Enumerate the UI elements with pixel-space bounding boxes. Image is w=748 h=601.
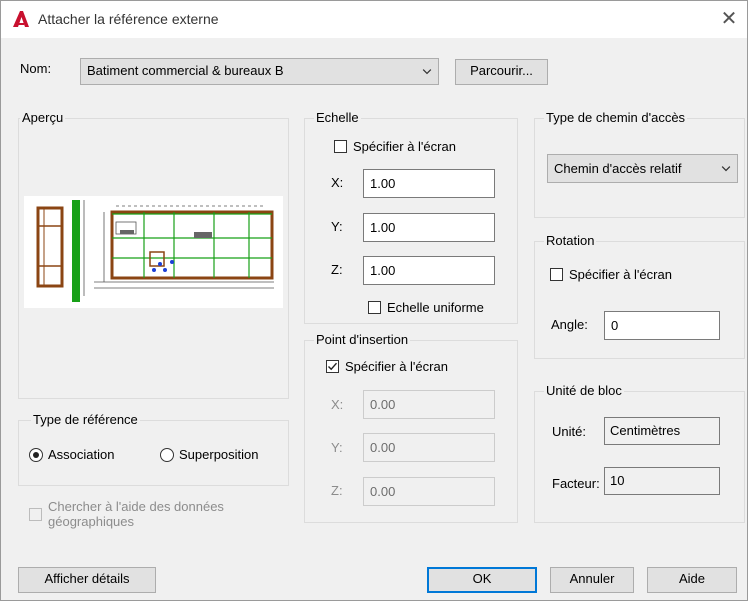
cancel-button[interactable]: Annuler [550,567,634,593]
block-unit-group [534,391,745,523]
unit-value: Centimètres [604,417,720,445]
scale-x-label: X: [331,175,344,190]
chevron-down-icon [422,69,432,75]
insertion-z-input[interactable]: 0.00 [363,477,495,506]
factor-value: 10 [604,467,720,495]
window-title: Attacher la référence externe [38,11,219,27]
attach-xref-dialog: Attacher la référence externe ✕ Nom: Bat… [0,0,748,601]
rotation-specify-label: Spécifier à l'écran [569,267,672,282]
scale-z-label: Z: [331,262,343,277]
overlay-radio[interactable] [160,448,174,462]
ok-button[interactable]: OK [427,567,537,593]
title-bar: Attacher la référence externe ✕ [1,1,747,38]
insertion-specify-checkbox[interactable] [326,360,339,373]
radio-selected-dot [33,452,39,458]
insertion-y-label: Y: [331,440,343,455]
rotation-specify-checkbox[interactable] [550,268,563,281]
rotation-title: Rotation [544,233,597,248]
show-details-button[interactable]: Afficher détails [18,567,156,593]
geo-location-label: Chercher à l'aide des données géographiq… [48,499,224,529]
scale-specify-checkbox[interactable] [334,140,347,153]
preview-title: Aperçu [20,110,66,125]
autocad-logo-icon [13,11,29,27]
insertion-x-label: X: [331,397,344,412]
path-type-value: Chemin d'accès relatif [554,161,682,176]
drawing-preview-image [24,196,283,308]
name-dropdown[interactable]: Batiment commercial & bureaux B [80,58,439,85]
name-label: Nom: [20,61,52,76]
rotation-group [534,241,745,359]
geo-location-label-line2: géographiques [48,514,135,529]
browse-button[interactable]: Parcourir... [455,59,548,85]
insertion-point-title: Point d'insertion [314,332,411,347]
angle-input[interactable]: 0 [604,311,720,340]
scale-y-input[interactable]: 1.00 [363,213,495,242]
association-radio[interactable] [29,448,43,462]
path-type-dropdown[interactable]: Chemin d'accès relatif [547,154,738,183]
scale-title: Echelle [314,110,361,125]
scale-specify-label: Spécifier à l'écran [353,139,456,154]
check-icon [328,362,338,371]
insertion-x-input[interactable]: 0.00 [363,390,495,419]
insertion-y-input[interactable]: 0.00 [363,433,495,462]
factor-label: Facteur: [552,476,600,491]
scale-x-input[interactable]: 1.00 [363,169,495,198]
path-type-title: Type de chemin d'accès [544,110,688,125]
reference-type-title: Type de référence [31,412,140,427]
insertion-z-label: Z: [331,483,343,498]
chevron-down-icon [721,166,731,172]
close-icon[interactable]: ✕ [717,7,741,31]
name-dropdown-value: Batiment commercial & bureaux B [87,63,284,78]
uniform-scale-label: Echelle uniforme [387,300,484,315]
block-unit-title: Unité de bloc [544,383,624,398]
geo-location-checkbox[interactable] [29,508,42,521]
angle-label: Angle: [551,317,588,332]
association-label: Association [48,447,115,462]
overlay-label: Superposition [179,447,259,462]
unit-label: Unité: [552,424,586,439]
uniform-scale-checkbox[interactable] [368,301,381,314]
geo-location-label-line1: Chercher à l'aide des données [48,499,224,514]
scale-z-input[interactable]: 1.00 [363,256,495,285]
help-button[interactable]: Aide [647,567,737,593]
insertion-specify-label: Spécifier à l'écran [345,359,448,374]
scale-y-label: Y: [331,219,343,234]
